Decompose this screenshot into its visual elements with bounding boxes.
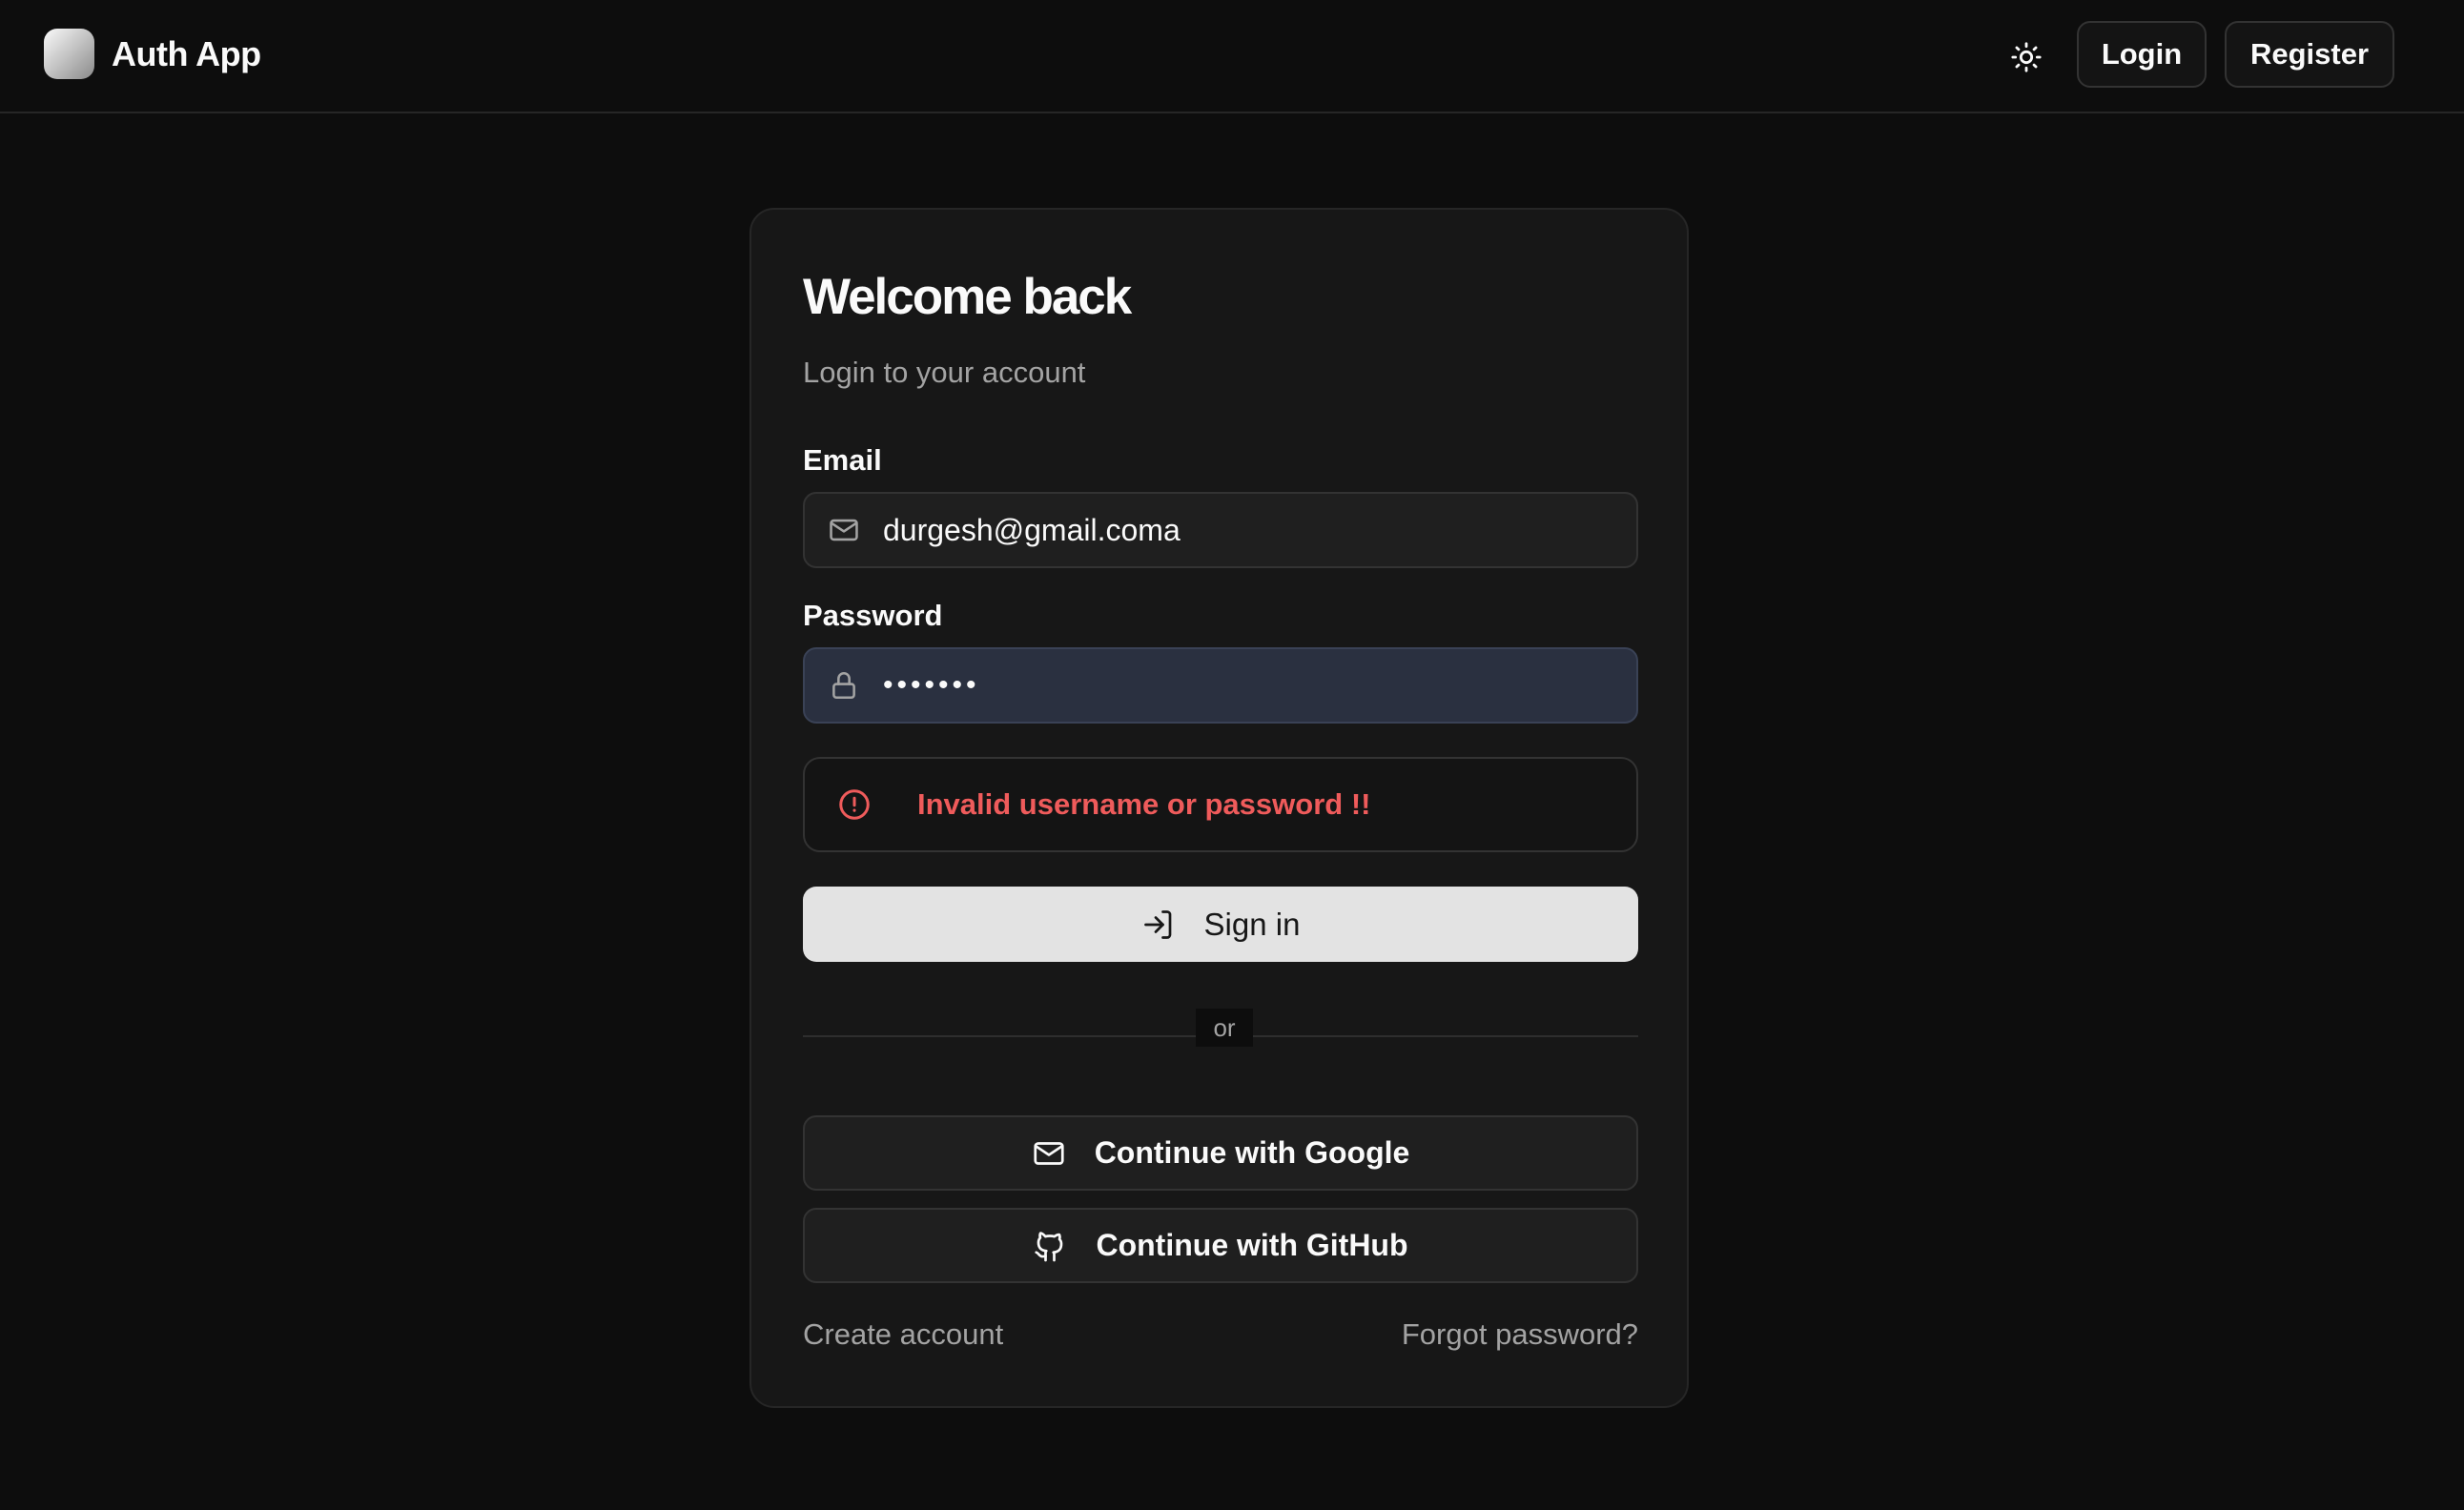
divider-text: or: [1196, 1009, 1253, 1047]
continue-with-google-button[interactable]: Continue with Google: [803, 1115, 1638, 1191]
forgot-password-link[interactable]: Forgot password?: [1402, 1317, 1638, 1356]
top-navbar: Auth App Login Register: [0, 0, 2464, 113]
github-icon: [1033, 1229, 1067, 1263]
app-logo: [44, 29, 94, 79]
mail-icon: [828, 514, 860, 546]
lock-icon: [828, 669, 860, 702]
email-label: Email: [803, 443, 882, 477]
sign-in-label: Sign in: [1203, 906, 1301, 942]
mail-icon: [1032, 1136, 1066, 1171]
email-field[interactable]: durgesh@gmail.coma: [803, 492, 1638, 568]
continue-with-github-button[interactable]: Continue with GitHub: [803, 1208, 1638, 1283]
error-message: Invalid username or password !!: [917, 787, 1371, 821]
or-divider: or: [803, 1009, 1638, 1047]
error-alert: Invalid username or password !!: [803, 757, 1638, 852]
create-account-link[interactable]: Create account: [803, 1317, 1003, 1356]
theme-toggle-button[interactable]: [2002, 33, 2050, 81]
nav-login-button[interactable]: Login: [2077, 21, 2207, 88]
nav-register-button[interactable]: Register: [2225, 21, 2394, 88]
password-value: •••••••: [883, 669, 980, 701]
email-value: durgesh@gmail.coma: [883, 512, 1181, 547]
card-title: Welcome back: [803, 269, 1132, 325]
sun-icon: [2011, 42, 2042, 72]
password-label: Password: [803, 599, 943, 632]
sign-in-button[interactable]: Sign in: [803, 887, 1638, 962]
login-card: Welcome back Login to your account Email…: [749, 208, 1689, 1408]
password-field[interactable]: •••••••: [803, 647, 1638, 724]
log-in-icon: [1141, 908, 1176, 942]
alert-circle-icon: [837, 787, 872, 822]
google-label: Continue with Google: [1094, 1135, 1410, 1170]
card-subtitle: Login to your account: [803, 356, 1086, 389]
card-footer-links: Create account Forgot password?: [803, 1317, 1638, 1356]
app-name: Auth App: [112, 33, 261, 73]
github-label: Continue with GitHub: [1096, 1228, 1408, 1262]
brand[interactable]: Auth App: [44, 29, 261, 79]
